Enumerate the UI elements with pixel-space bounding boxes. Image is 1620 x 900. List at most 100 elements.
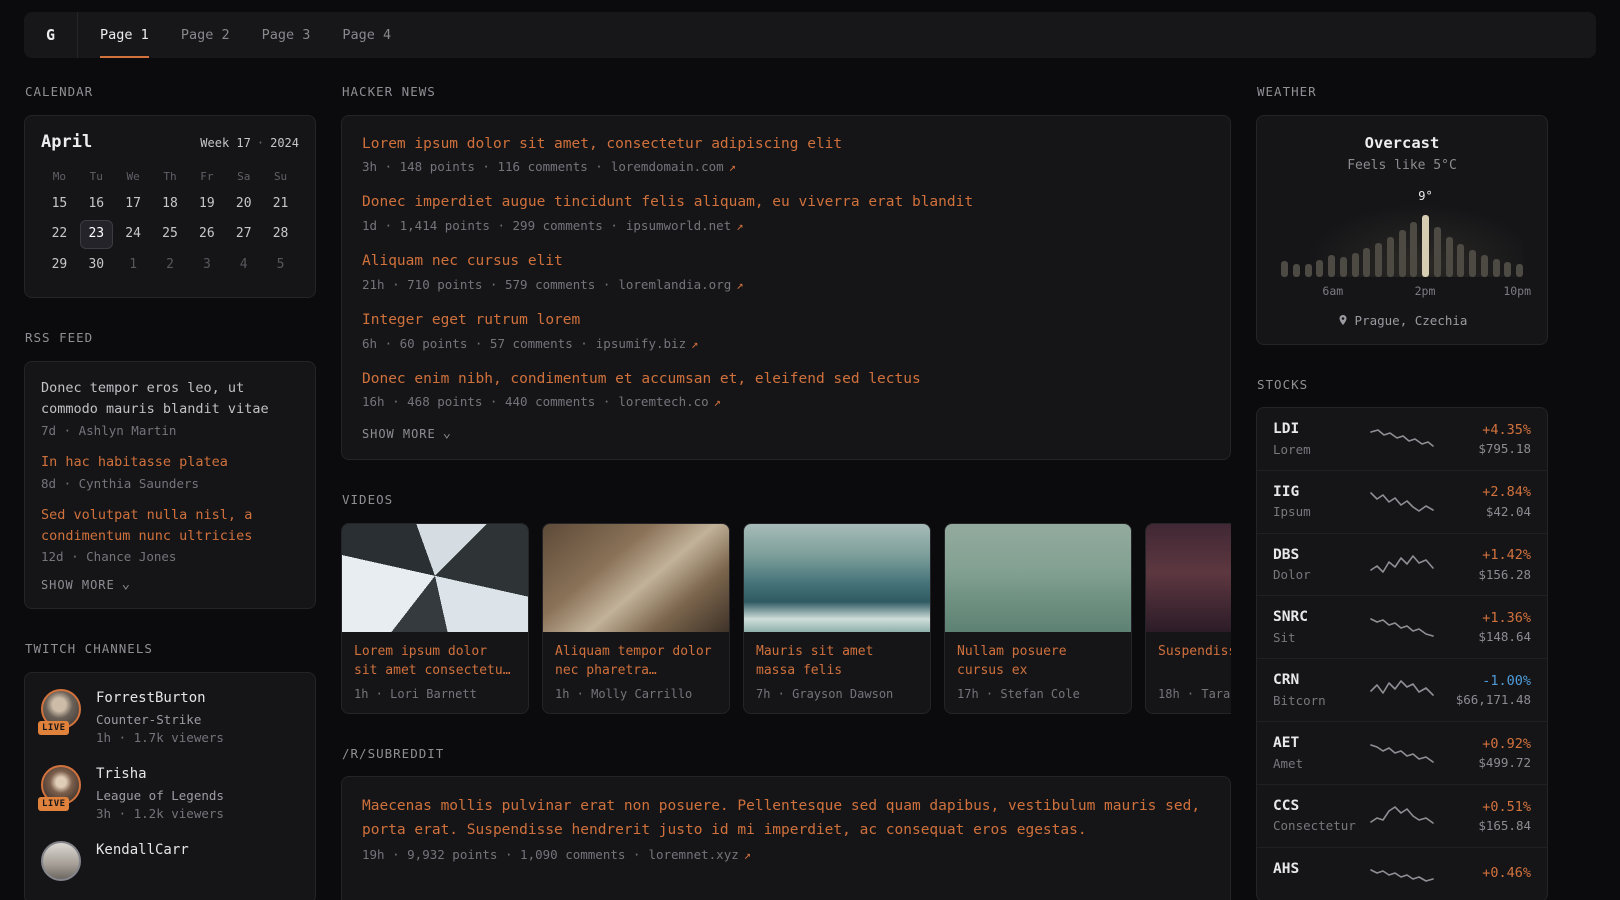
calendar-year-label: 2024 bbox=[270, 136, 299, 150]
calendar-day[interactable]: 4 bbox=[227, 251, 260, 280]
calendar-day[interactable]: 15 bbox=[43, 190, 76, 219]
news-item-link[interactable]: Aliquam nec cursus elit bbox=[362, 251, 1210, 273]
stock-values: +1.36% $148.64 bbox=[1435, 609, 1531, 645]
stock-sparkline bbox=[1369, 860, 1435, 888]
video-card[interactable]: Aliquam tempor dolor nec pharetra… 1h · … bbox=[542, 523, 730, 714]
weather-bar bbox=[1352, 253, 1359, 277]
video-title-link[interactable]: Nullam posuere cursus ex bbox=[957, 642, 1119, 681]
channel-avatar-wrap: LIVE bbox=[41, 689, 81, 729]
subreddit-post-link[interactable]: Maecenas mollis pulvinar erat non posuer… bbox=[362, 795, 1210, 843]
stock-name: Consectetur bbox=[1273, 818, 1369, 834]
news-item-link[interactable]: Lorem ipsum dolor sit amet, consectetur … bbox=[362, 134, 1210, 156]
nav-tab[interactable]: Page 2 bbox=[181, 12, 230, 58]
day-of-week-label: Fr bbox=[188, 166, 225, 189]
video-title-link[interactable]: Lorem ipsum dolor sit amet consectetu… bbox=[354, 642, 516, 681]
calendar-day[interactable]: 5 bbox=[264, 251, 297, 280]
video-meta: 7h · Grayson Dawson bbox=[756, 687, 918, 701]
nav-tab[interactable]: Page 4 bbox=[342, 12, 391, 58]
calendar-day[interactable]: 22 bbox=[43, 220, 76, 249]
news-item: Integer eget rutrum lorem 6h · 60 points… bbox=[362, 310, 1210, 351]
nav-tab[interactable]: Page 1 bbox=[100, 12, 149, 58]
calendar-day[interactable]: 18 bbox=[154, 190, 187, 219]
calendar-day[interactable]: 21 bbox=[264, 190, 297, 219]
video-card[interactable]: Mauris sit amet massa felis 7h · Grayson… bbox=[743, 523, 931, 714]
calendar-day[interactable]: 16 bbox=[80, 190, 113, 219]
news-item-link[interactable]: Integer eget rutrum lorem bbox=[362, 310, 1210, 332]
stock-identity: DBS Dolor bbox=[1273, 546, 1369, 584]
news-item-domain-link[interactable]: loremtech.co ↗ bbox=[618, 394, 721, 409]
calendar-day[interactable]: 29 bbox=[43, 251, 76, 280]
stock-sparkline bbox=[1369, 676, 1435, 704]
hackernews-show-more-button[interactable]: SHOW MORE ⌄ bbox=[362, 427, 452, 441]
show-more-label: SHOW MORE bbox=[362, 427, 436, 441]
rss-item: Sed volutpat nulla nisl, a condimentum n… bbox=[41, 505, 299, 565]
channel-name[interactable]: ForrestBurton bbox=[96, 689, 224, 709]
news-item-domain-link[interactable]: loremlandia.org ↗ bbox=[618, 277, 743, 292]
external-link-icon: ↗ bbox=[714, 395, 721, 409]
rss-heading: RSS FEED bbox=[25, 332, 316, 345]
rss-widget: RSS FEED Donec tempor eros leo, ut commo… bbox=[24, 332, 316, 609]
twitch-channel-row[interactable]: KendallCarr bbox=[41, 841, 299, 881]
stock-price: $156.28 bbox=[1435, 567, 1531, 583]
calendar-day[interactable]: 3 bbox=[190, 251, 223, 280]
channel-avatar bbox=[41, 841, 81, 881]
stocks-heading: STOCKS bbox=[1257, 379, 1548, 392]
news-item-link[interactable]: Donec enim nibh, condimentum et accumsan… bbox=[362, 369, 1210, 391]
stocks-widget: STOCKS LDI Lorem +4.35% $795.1 bbox=[1256, 379, 1548, 900]
calendar-day[interactable]: 17 bbox=[117, 190, 150, 219]
calendar-day[interactable]: 25 bbox=[154, 220, 187, 249]
calendar-day[interactable]: 19 bbox=[190, 190, 223, 219]
live-badge: LIVE bbox=[38, 721, 69, 735]
app-logo[interactable]: G bbox=[40, 12, 78, 58]
news-item-link[interactable]: Donec imperdiet augue tincidunt felis al… bbox=[362, 192, 1210, 214]
calendar-day[interactable]: 28 bbox=[264, 220, 297, 249]
videos-widget: VIDEOS Lorem ipsum dolor sit amet consec… bbox=[341, 494, 1231, 714]
rss-item-link[interactable]: Sed volutpat nulla nisl, a condimentum n… bbox=[41, 505, 299, 547]
calendar-day[interactable]: 23 bbox=[80, 220, 113, 249]
nav-tab[interactable]: Page 3 bbox=[262, 12, 311, 58]
channel-name[interactable]: KendallCarr bbox=[96, 841, 189, 861]
stock-identity: IIG Ipsum bbox=[1273, 483, 1369, 521]
video-info: Lorem ipsum dolor sit amet consectetu… 1… bbox=[342, 632, 528, 713]
calendar-day[interactable]: 27 bbox=[227, 220, 260, 249]
stock-name: Ipsum bbox=[1273, 504, 1369, 520]
weather-bar-slot bbox=[1352, 191, 1359, 277]
stock-sparkline bbox=[1369, 425, 1435, 453]
channel-avatar-wrap: LIVE bbox=[41, 765, 81, 805]
weather-bar-slot bbox=[1516, 191, 1523, 277]
video-card[interactable]: Suspendisse diam 18h · Tara bbox=[1145, 523, 1231, 714]
calendar-day[interactable]: 26 bbox=[190, 220, 223, 249]
news-item-domain-link[interactable]: ipsumify.biz ↗ bbox=[596, 336, 699, 351]
news-item-domain: loremdomain.com bbox=[611, 159, 724, 174]
rss-show-more-button[interactable]: SHOW MORE ⌄ bbox=[41, 578, 131, 592]
calendar-day[interactable]: 2 bbox=[154, 251, 187, 280]
news-item-domain-link[interactable]: ipsumworld.net ↗ bbox=[626, 218, 744, 233]
stock-values: +0.92% $499.72 bbox=[1435, 735, 1531, 771]
video-card[interactable]: Lorem ipsum dolor sit amet consectetu… 1… bbox=[341, 523, 529, 714]
news-item-meta: 21h · 710 points · 579 comments · bbox=[362, 277, 610, 292]
rss-item-link[interactable]: Donec tempor eros leo, ut commodo mauris… bbox=[41, 378, 299, 420]
video-title-link[interactable]: Suspendisse diam bbox=[1158, 642, 1231, 681]
weather-feels-like: Feels like 5°C bbox=[1273, 158, 1531, 173]
twitch-channel-row[interactable]: LIVE ForrestBurton Counter-Strike 1h · 1… bbox=[41, 689, 299, 745]
nav-tabs: Page 1 Page 2 Page 3 Page 4 bbox=[100, 12, 391, 58]
calendar-day[interactable]: 20 bbox=[227, 190, 260, 219]
channel-info: ForrestBurton Counter-Strike 1h · 1.7k v… bbox=[96, 689, 224, 745]
stock-name: Dolor bbox=[1273, 567, 1369, 583]
video-thumbnail bbox=[342, 524, 528, 632]
weather-bar bbox=[1399, 230, 1406, 277]
channel-name[interactable]: Trisha bbox=[96, 765, 224, 785]
calendar-day[interactable]: 30 bbox=[80, 251, 113, 280]
twitch-channel-row[interactable]: LIVE Trisha League of Legends 3h · 1.2k … bbox=[41, 765, 299, 821]
hackernews-list: Lorem ipsum dolor sit amet, consectetur … bbox=[362, 134, 1210, 410]
video-title-link[interactable]: Mauris sit amet massa felis bbox=[756, 642, 918, 681]
stock-row: IIG Ipsum +2.84% $42.04 bbox=[1257, 471, 1547, 534]
video-title-link[interactable]: Aliquam tempor dolor nec pharetra… bbox=[555, 642, 717, 681]
news-item-domain-link[interactable]: loremdomain.com ↗ bbox=[611, 159, 736, 174]
rss-item-link[interactable]: In hac habitasse platea bbox=[41, 452, 299, 473]
stock-values: -1.00% $66,171.48 bbox=[1435, 672, 1531, 708]
calendar-day[interactable]: 24 bbox=[117, 220, 150, 249]
subreddit-post-domain-link[interactable]: loremnet.xyz ↗ bbox=[648, 847, 751, 862]
calendar-day[interactable]: 1 bbox=[117, 251, 150, 280]
video-card[interactable]: Nullam posuere cursus ex 17h · Stefan Co… bbox=[944, 523, 1132, 714]
